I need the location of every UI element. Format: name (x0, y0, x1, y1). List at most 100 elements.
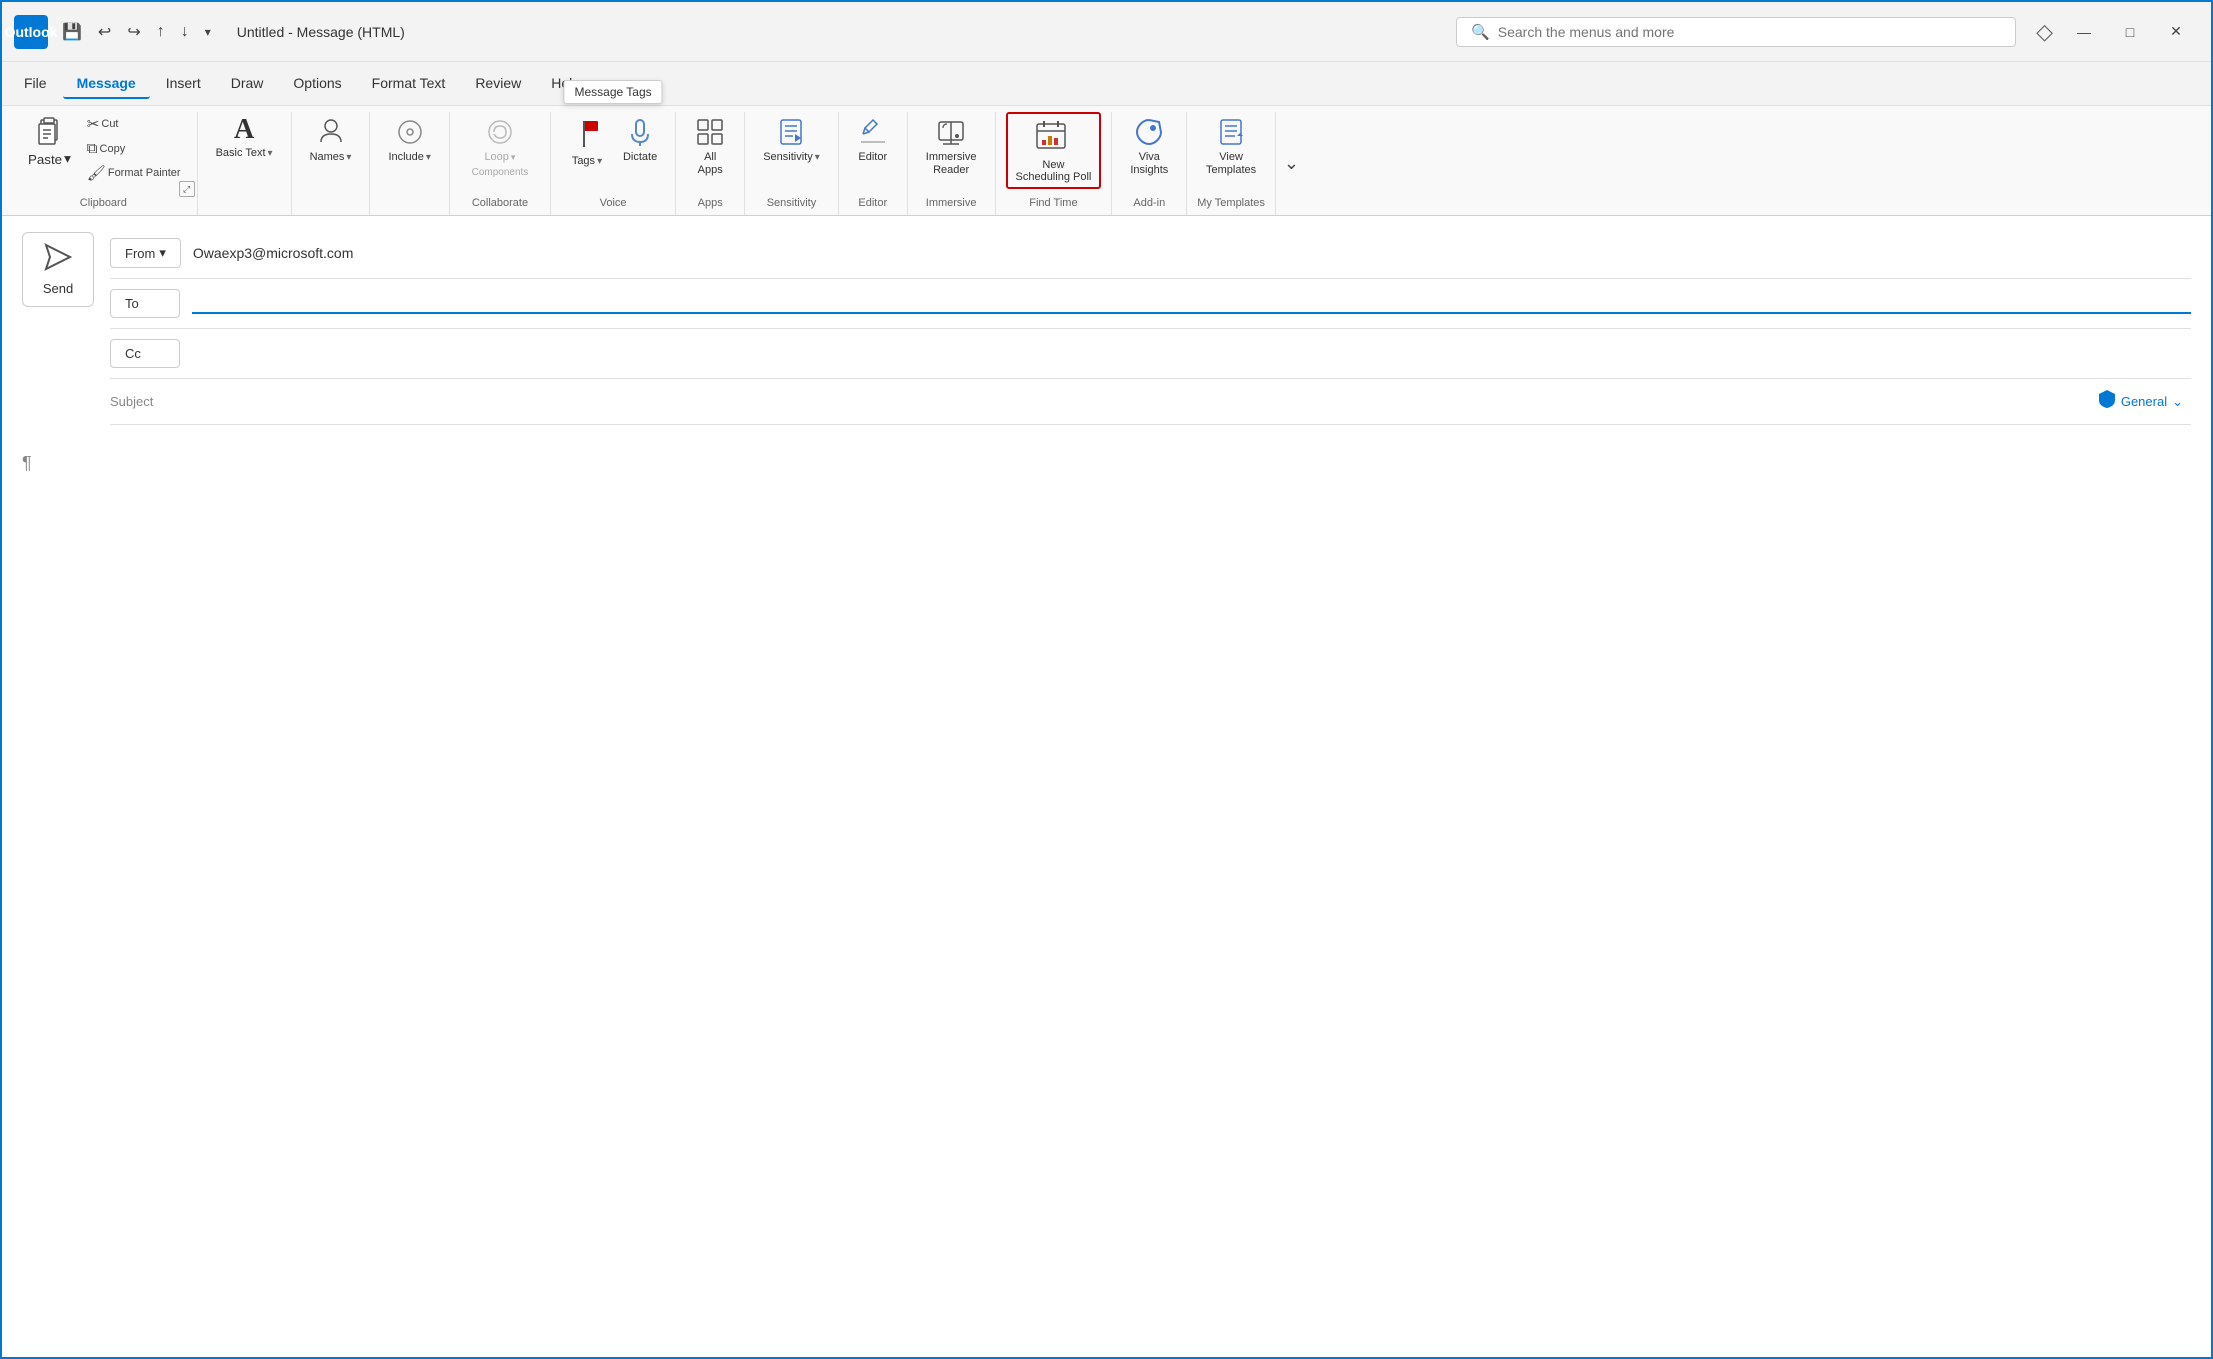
paste-label: Paste (28, 152, 62, 167)
immersive-reader-button[interactable]: ImmersiveReader (918, 112, 985, 181)
ribbon-more: ⌄ (1280, 112, 1303, 215)
to-button[interactable]: To (110, 289, 180, 318)
clipboard-small-buttons: ✂ Cut ⧉ Copy 🖌 Format Painter (81, 112, 187, 185)
dictate-label: Dictate (623, 151, 657, 164)
menu-draw[interactable]: Draw (217, 69, 278, 99)
subject-label: Subject (110, 394, 180, 409)
menu-review[interactable]: Review (461, 69, 535, 99)
immersive-content: ImmersiveReader (918, 112, 985, 193)
ribbon-group-my-templates: ViewTemplates My Templates (1187, 112, 1276, 215)
redo-button[interactable]: ↪ (121, 18, 146, 46)
scheduling-poll-icon (1034, 118, 1072, 156)
send-button[interactable]: Send (22, 232, 94, 307)
to-input[interactable] (192, 294, 2191, 314)
minimize-button[interactable]: — (2061, 12, 2107, 52)
from-label: From (125, 246, 155, 261)
menu-format-text[interactable]: Format Text (358, 69, 460, 99)
find-time-content: NewScheduling Poll (1006, 112, 1102, 193)
search-input[interactable] (1498, 24, 2001, 40)
immersive-reader-icon (935, 116, 967, 148)
subject-row: Subject General ⌄ (110, 379, 2191, 425)
cc-button[interactable]: Cc (110, 339, 180, 368)
tags-tooltip: Message Tags (564, 80, 663, 104)
menu-message[interactable]: Message (63, 69, 150, 99)
menu-insert[interactable]: Insert (152, 69, 215, 99)
compose-body[interactable]: ¶ (2, 437, 2211, 1357)
my-templates-label: My Templates (1197, 197, 1265, 211)
menu-file[interactable]: File (10, 69, 61, 99)
include-button[interactable]: Include ▾ (380, 112, 439, 168)
copy-label: Copy (100, 143, 126, 155)
cut-button[interactable]: ✂ Cut (81, 112, 187, 136)
ribbon-group-names: Names ▾ (292, 112, 371, 215)
voice-content: Tags ▾ Dictate (561, 112, 665, 193)
find-time-label: Find Time (1006, 197, 1102, 211)
viva-insights-label: VivaInsights (1130, 151, 1168, 177)
ribbon-group-sensitivity: Sensitivity ▾ Sensitivity (745, 112, 839, 215)
view-templates-icon (1215, 116, 1247, 148)
editor-icon (857, 116, 889, 148)
paste-button[interactable]: Paste ▾ (20, 112, 79, 171)
dictate-button[interactable]: Dictate (615, 112, 665, 168)
save-button[interactable]: 💾 (56, 18, 88, 46)
view-templates-button[interactable]: ViewTemplates (1198, 112, 1264, 181)
names-icon (315, 116, 347, 148)
basic-text-content: A Basic Text ▾ (208, 112, 281, 205)
clipboard-expand[interactable]: ⤢ (179, 181, 195, 197)
paste-icon (33, 116, 65, 148)
immersive-reader-label: ImmersiveReader (926, 151, 977, 177)
down-button[interactable]: ↓ (175, 19, 195, 45)
cc-input[interactable] (192, 346, 2191, 362)
maximize-button[interactable]: □ (2107, 12, 2153, 52)
names-group-label (302, 209, 360, 211)
ribbon: Paste ▾ ✂ Cut ⧉ Copy (2, 106, 2211, 216)
basic-text-button[interactable]: A Basic Text ▾ (208, 112, 281, 164)
diamond-icon: ◇ (2036, 19, 2053, 45)
up-button[interactable]: ↑ (151, 19, 171, 45)
copy-button[interactable]: ⧉ Copy (81, 137, 187, 160)
ribbon-group-add-in: VivaInsights Add-in (1112, 112, 1187, 215)
sensitivity-button[interactable]: Sensitivity ▾ (755, 112, 828, 168)
menu-options[interactable]: Options (279, 69, 355, 99)
scheduling-poll-label: NewScheduling Poll (1016, 159, 1092, 183)
apps-content: AllApps (686, 112, 734, 193)
cut-label: Cut (101, 118, 118, 130)
tags-icon (569, 116, 605, 152)
clipboard-content: Paste ▾ ✂ Cut ⧉ Copy (20, 112, 187, 193)
immersive-group-label: Immersive (918, 197, 985, 211)
editor-content: Editor (849, 112, 897, 193)
to-label: To (125, 296, 139, 311)
new-scheduling-poll-button[interactable]: NewScheduling Poll (1006, 112, 1102, 189)
compose-header: Send From ▾ Owaexp3@microsoft.com To (2, 216, 2211, 437)
format-painter-button[interactable]: 🖌 Format Painter (81, 161, 187, 185)
clipboard-label: Clipboard (20, 197, 187, 211)
viva-insights-button[interactable]: VivaInsights (1122, 112, 1176, 181)
include-group-label (380, 209, 439, 211)
window-title: Untitled - Message (HTML) (237, 24, 1448, 40)
undo-button[interactable]: ↩ (92, 18, 117, 46)
loop-icon (484, 116, 516, 148)
search-bar[interactable]: 🔍 (1456, 17, 2016, 47)
subject-input[interactable] (192, 394, 2086, 410)
ribbon-group-voice: Message Tags Tags ▾ (551, 112, 676, 215)
all-apps-label: AllApps (698, 151, 723, 177)
from-button[interactable]: From ▾ (110, 238, 181, 268)
ribbon-more-button[interactable]: ⌄ (1280, 149, 1303, 178)
include-content: Include ▾ (380, 112, 439, 205)
collaborate-label: Collaborate (460, 197, 540, 211)
include-label: Include (388, 151, 423, 164)
from-value: Owaexp3@microsoft.com (193, 245, 2191, 261)
editor-button[interactable]: Editor (849, 112, 897, 168)
include-arrow: ▾ (426, 152, 431, 163)
from-row: From ▾ Owaexp3@microsoft.com (110, 228, 2191, 279)
send-icon (44, 243, 72, 277)
editor-group-label: Editor (849, 197, 897, 211)
basic-text-group-label (208, 209, 281, 211)
customize-dropdown[interactable]: ▾ (199, 21, 217, 43)
loop-components-button: Loop ▾ Components (460, 112, 540, 182)
general-badge[interactable]: General ⌄ (2098, 389, 2183, 414)
names-button[interactable]: Names ▾ (302, 112, 360, 168)
tags-button[interactable]: Tags ▾ (561, 112, 613, 172)
all-apps-button[interactable]: AllApps (686, 112, 734, 181)
close-button[interactable]: ✕ (2153, 12, 2199, 52)
